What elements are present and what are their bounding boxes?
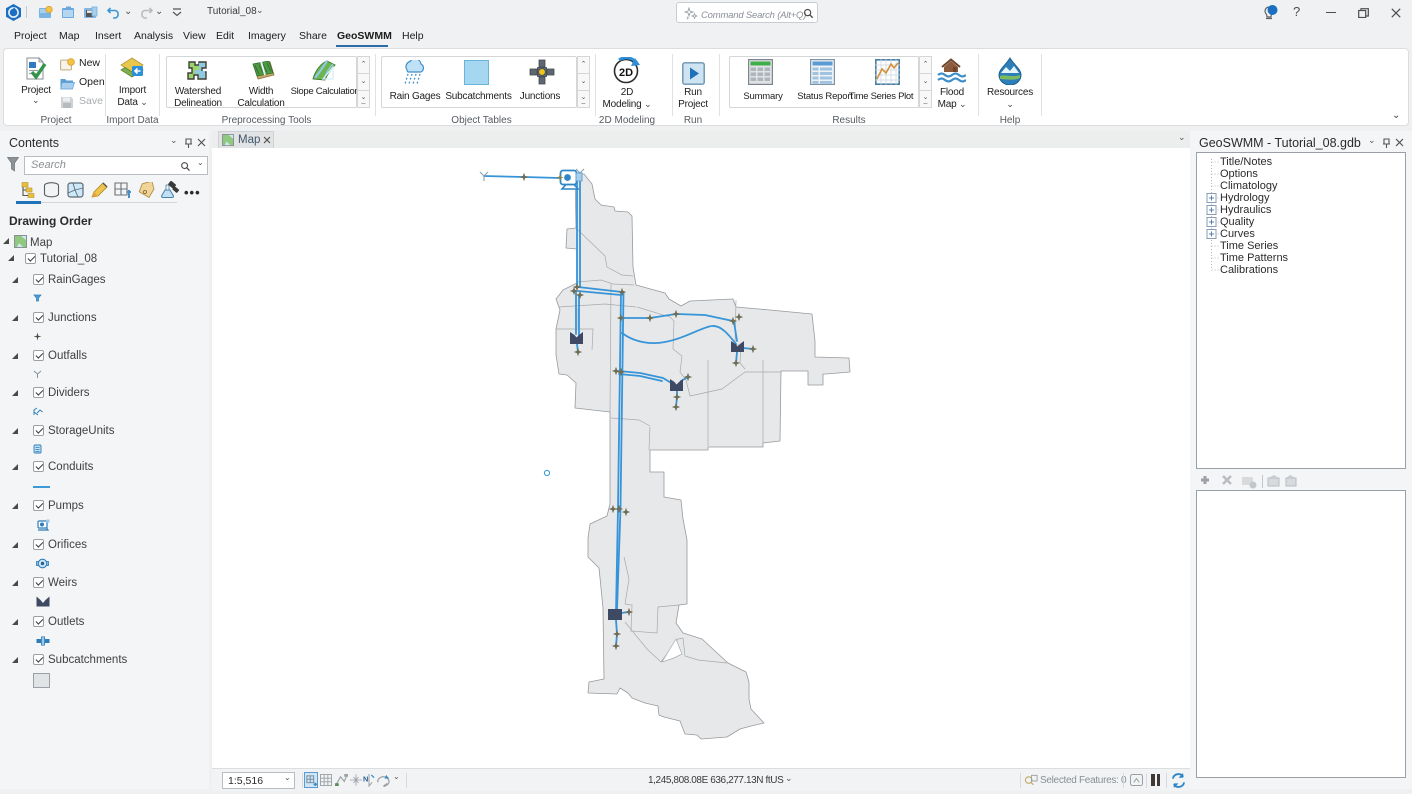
svg-text:2D: 2D bbox=[619, 67, 633, 79]
svg-text:N: N bbox=[363, 774, 368, 783]
